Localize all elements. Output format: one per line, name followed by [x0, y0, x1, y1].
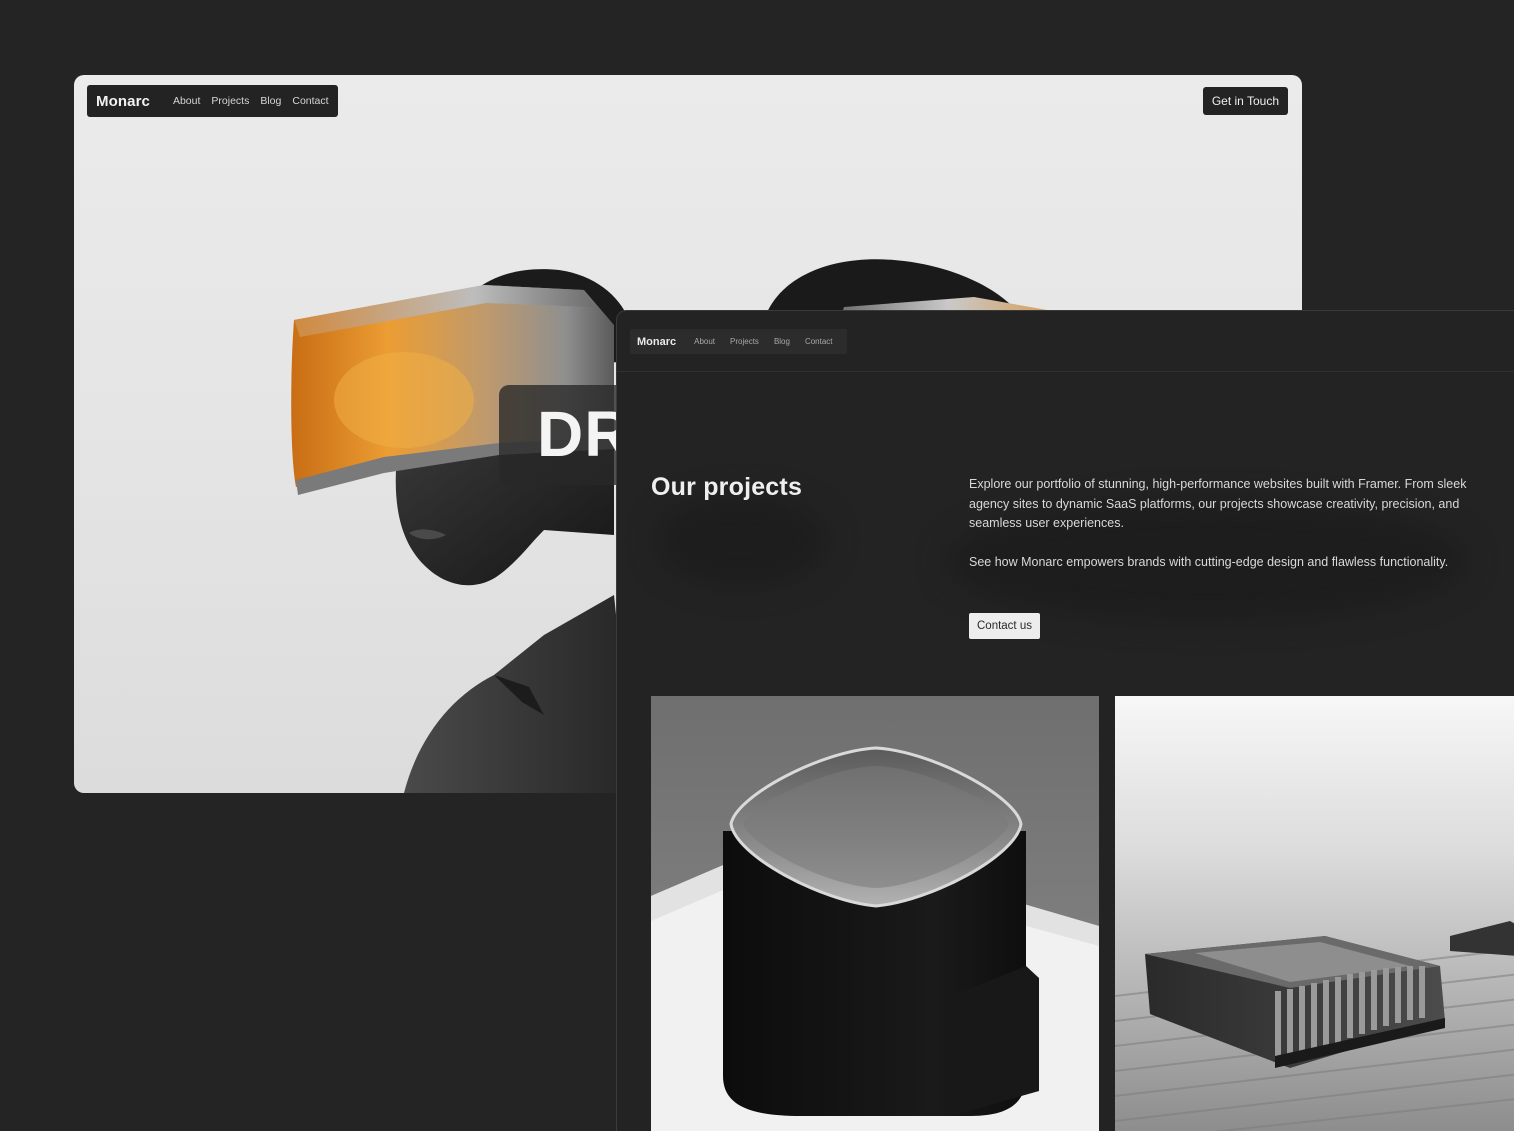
project-image-hardware-module [1115, 696, 1514, 1131]
project-card[interactable] [651, 696, 1099, 1131]
description-paragraph: Explore our portfolio of stunning, high-… [969, 477, 1467, 530]
nav-divider [617, 371, 1514, 372]
back-navbar: Monarc About Projects Blog Contact [87, 85, 338, 117]
description-paragraph: See how Monarc empowers brands with cutt… [969, 555, 1449, 569]
projects-website-preview: Monarc About Projects Blog Contact Our p… [616, 310, 1514, 1131]
front-nav-contact[interactable]: Contact [805, 337, 833, 346]
back-nav-about[interactable]: About [173, 95, 200, 107]
project-image-cube-device [651, 696, 1099, 1131]
back-nav-contact[interactable]: Contact [292, 95, 328, 107]
front-brand-logo[interactable]: Monarc [637, 336, 676, 348]
projects-description: Explore our portfolio of stunning, high-… [969, 475, 1474, 592]
contact-us-button[interactable]: Contact us [969, 613, 1040, 639]
page-title: Our projects [651, 473, 803, 501]
front-nav-blog[interactable]: Blog [774, 337, 790, 346]
front-navbar: Monarc About Projects Blog Contact [630, 329, 847, 354]
back-brand-logo[interactable]: Monarc [96, 93, 150, 110]
get-in-touch-button[interactable]: Get in Touch [1202, 87, 1288, 115]
project-card[interactable] [1115, 696, 1514, 1131]
front-nav-about[interactable]: About [694, 337, 715, 346]
back-nav-blog[interactable]: Blog [260, 95, 281, 107]
back-nav-projects[interactable]: Projects [211, 95, 249, 107]
front-nav-projects[interactable]: Projects [730, 337, 759, 346]
background-glow [657, 496, 827, 586]
